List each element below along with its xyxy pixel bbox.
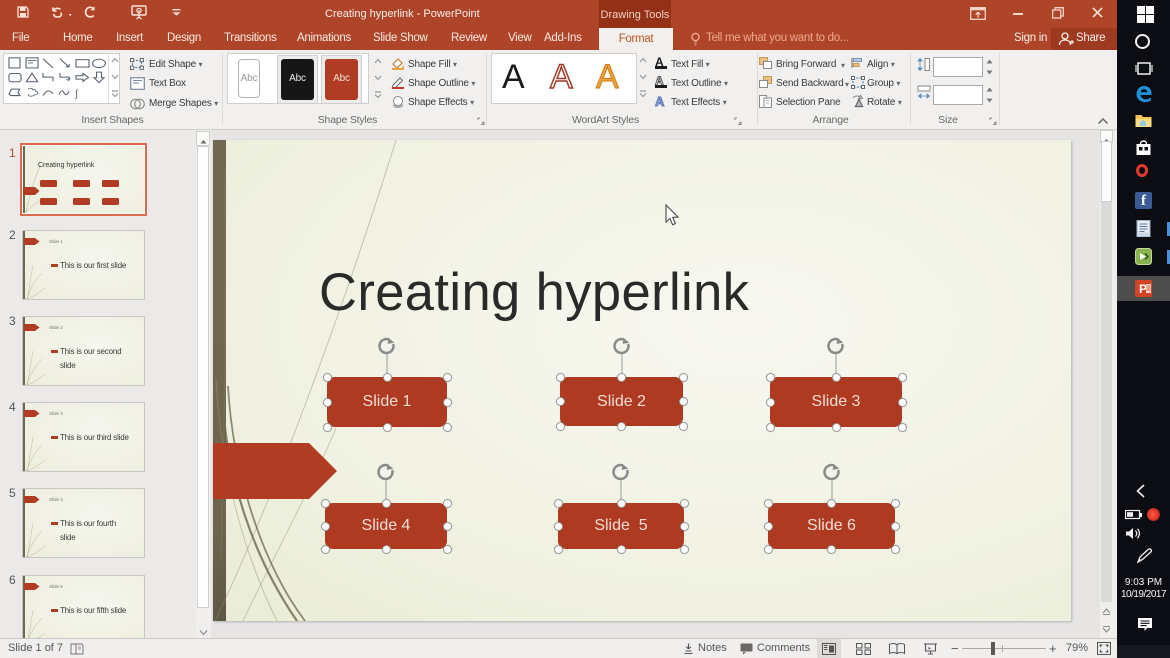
svg-text:P: P xyxy=(1139,282,1147,296)
